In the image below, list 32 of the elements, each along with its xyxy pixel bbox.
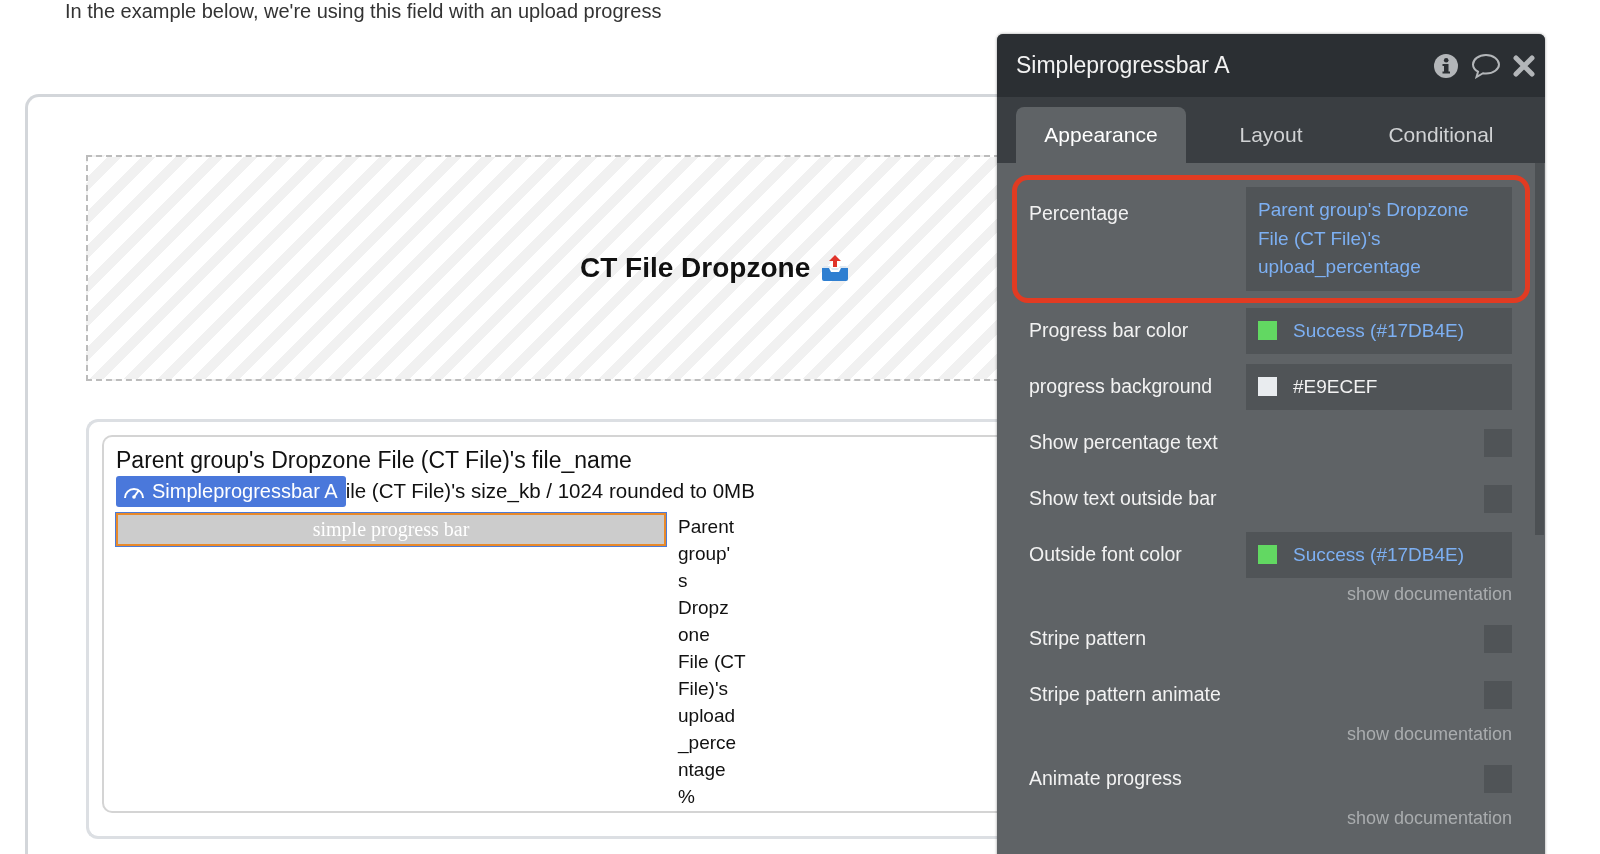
documentation-link[interactable]: show documentation: [1029, 805, 1512, 830]
panel-tab[interactable]: Conditional: [1356, 107, 1526, 163]
intro-text: In the example below, we're using this field with an upload progress: [64, 0, 662, 22]
panel-tab[interactable]: Appearance: [1016, 107, 1186, 163]
scrollbar[interactable]: [1535, 163, 1544, 535]
property-label: Show text outside bar: [1029, 487, 1218, 510]
element-badge[interactable]: Simpleprogressbar A: [116, 475, 346, 507]
property-label: Stripe pattern: [1029, 627, 1148, 650]
info-icon[interactable]: [1433, 52, 1459, 79]
property-label: Percentage: [1029, 202, 1130, 225]
dropzone-title: CT File Dropzone: [580, 252, 811, 284]
panel-tab[interactable]: Layout: [1186, 107, 1356, 163]
property-label: Stripe pattern animate: [1029, 683, 1222, 706]
close-icon[interactable]: [1513, 54, 1535, 77]
file-name-text: Parent group's Dropzone File (CT File)'s file_name: [116, 446, 633, 475]
documentation-link[interactable]: show documentation: [1029, 581, 1512, 606]
documentation-link[interactable]: show documentation: [1029, 721, 1512, 746]
panel-title: Simpleprogressbar A: [1016, 52, 1231, 79]
file-size-text: ile (CT File)'s size_kb / 1024 rounded to 0MB: [345, 479, 755, 503]
comment-icon[interactable]: [1471, 52, 1501, 79]
inbox-tray-icon: [820, 254, 851, 282]
dropzone[interactable]: CT File Dropzone: [86, 155, 1000, 381]
property-label: Animate progress: [1029, 767, 1183, 790]
percentage-text: Parent group' s Dropz one File (CT File)'s upload _perce ntage %: [678, 515, 746, 809]
color-field[interactable]: Success (#17DB4E): [1246, 307, 1512, 354]
property-label: Outside font color: [1029, 543, 1183, 566]
color-field[interactable]: #E9ECEF: [1246, 363, 1512, 410]
property-label: Progress bar color: [1029, 319, 1190, 342]
property-label: Show percentage text: [1029, 431, 1219, 454]
dynamic-expression-field[interactable]: Parent group's Dropzone File (CT File)'s upload_percentage: [1246, 187, 1512, 291]
property-label: progress background: [1029, 375, 1214, 398]
color-field[interactable]: Success (#17DB4E): [1246, 531, 1512, 578]
